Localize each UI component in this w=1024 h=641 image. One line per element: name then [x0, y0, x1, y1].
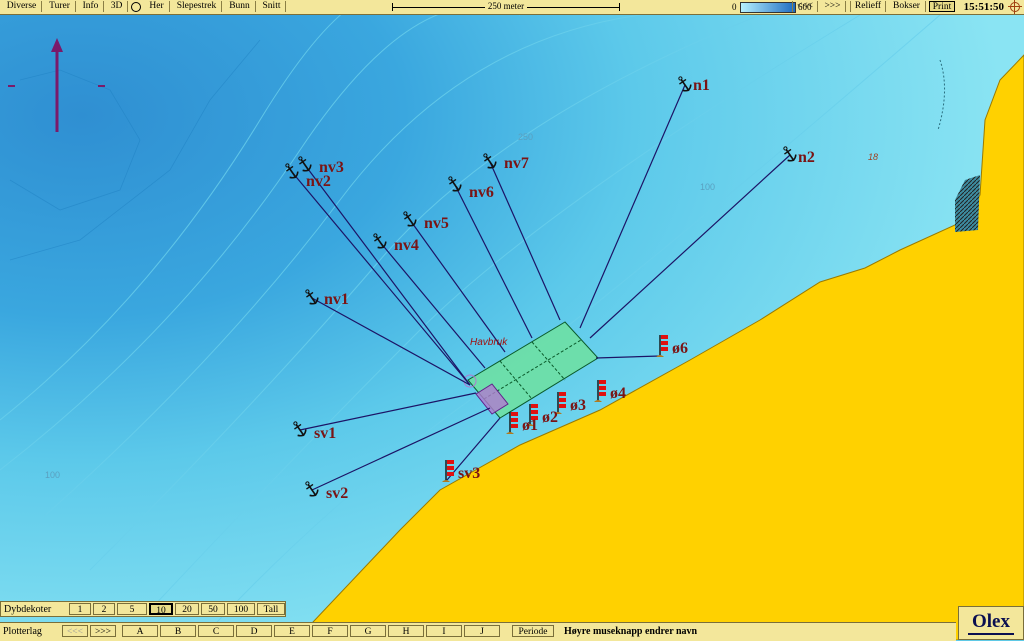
target-icon[interactable]: [129, 1, 143, 12]
menu-info[interactable]: Info: [78, 1, 104, 12]
anchor-label: n2: [798, 149, 815, 166]
sun-icon[interactable]: [1008, 0, 1022, 14]
plotter-layer-bar: Plotterlag <<< >>> ABCDEFGHIJ Periode Hø…: [0, 622, 956, 641]
menu-her[interactable]: Her: [144, 1, 170, 12]
layer-button-f[interactable]: F: [312, 625, 348, 637]
contour-10[interactable]: 10: [149, 603, 173, 616]
contour-1[interactable]: 1: [69, 603, 91, 615]
depth-min: 0: [732, 2, 737, 12]
olex-logo: Olex: [958, 606, 1024, 640]
scale-bar: 250 meter: [392, 0, 620, 14]
contour-2[interactable]: 2: [93, 603, 115, 615]
layer-button-h[interactable]: H: [388, 625, 424, 637]
menu-slepestrek[interactable]: Slepestrek: [172, 1, 222, 12]
anchor-label: sv2: [326, 485, 348, 502]
depth-gradient: [740, 2, 796, 13]
chart-map[interactable]: Havbruk 250 100 100 18 n1n2nv3nv2nv7nv6n…: [0, 0, 1024, 640]
menu-turer[interactable]: Turer: [44, 1, 76, 12]
depth-label: 250: [518, 132, 533, 142]
buoy-label: ø4: [610, 385, 626, 402]
scale-label: 250 meter: [484, 1, 528, 11]
hint-text: Høyre museknapp endrer navn: [564, 626, 698, 637]
layer-button-i[interactable]: I: [426, 625, 462, 637]
anchor-label: sv1: [314, 425, 336, 442]
buoy-label: sv3: [458, 465, 480, 482]
anchor-label: nv2: [306, 173, 331, 190]
buoy-label: ø3: [570, 397, 586, 414]
layer-button-c[interactable]: C: [198, 625, 234, 637]
anchor-label: nv7: [504, 155, 529, 172]
anchor-label: n1: [693, 77, 710, 94]
next-button[interactable]: >>>: [820, 1, 846, 12]
contour-100[interactable]: 100: [227, 603, 255, 615]
depth-label: 100: [700, 182, 715, 192]
top-toolbar: Diverse Turer Info 3D Her Slepestrek Bun…: [0, 0, 1024, 15]
clock: 15:51:50: [963, 1, 1004, 13]
layer-button-a[interactable]: A: [122, 625, 158, 637]
relieff-button[interactable]: Relieff: [850, 1, 886, 12]
depth-label: 100: [45, 470, 60, 480]
contour-50[interactable]: 50: [201, 603, 225, 615]
layer-button-g[interactable]: G: [350, 625, 386, 637]
contour-20[interactable]: 20: [175, 603, 199, 615]
layer-button-j[interactable]: J: [464, 625, 500, 637]
anchor-label: nv1: [324, 291, 349, 308]
plotterlag-label: Plotterlag: [3, 626, 42, 637]
contour-tall[interactable]: Tall: [257, 603, 285, 615]
contour-5[interactable]: 5: [117, 603, 147, 615]
buoy-label: ø6: [672, 340, 688, 357]
anchor-label: nv6: [469, 184, 494, 201]
layer-button-e[interactable]: E: [274, 625, 310, 637]
layer-next-button[interactable]: >>>: [90, 625, 116, 637]
buoy-label: ø1: [522, 417, 538, 434]
depth-contour-panel: Dybdekoter 1 2 5 10 20 50 100 Tall: [0, 601, 286, 617]
layer-button-d[interactable]: D: [236, 625, 272, 637]
buoy-label: ø2: [542, 409, 558, 426]
layer-prev-button[interactable]: <<<: [62, 625, 88, 637]
menu-diverse[interactable]: Diverse: [2, 1, 42, 12]
periode-button[interactable]: Periode: [512, 625, 554, 637]
menu-3d[interactable]: 3D: [106, 1, 128, 12]
farm-label: Havbruk: [470, 337, 508, 348]
anchor-label: nv5: [424, 215, 449, 232]
prev-button[interactable]: <<<: [792, 1, 818, 12]
bokser-button[interactable]: Bokser: [888, 1, 926, 12]
print-button[interactable]: Print: [929, 1, 955, 12]
depth-label: 18: [868, 152, 878, 162]
anchor-label: nv4: [394, 237, 419, 254]
menu-snitt[interactable]: Snitt: [258, 1, 286, 12]
dybdekoter-label: Dybdekoter: [4, 604, 52, 615]
layer-button-b[interactable]: B: [160, 625, 196, 637]
menu-bunn[interactable]: Bunn: [224, 1, 256, 12]
